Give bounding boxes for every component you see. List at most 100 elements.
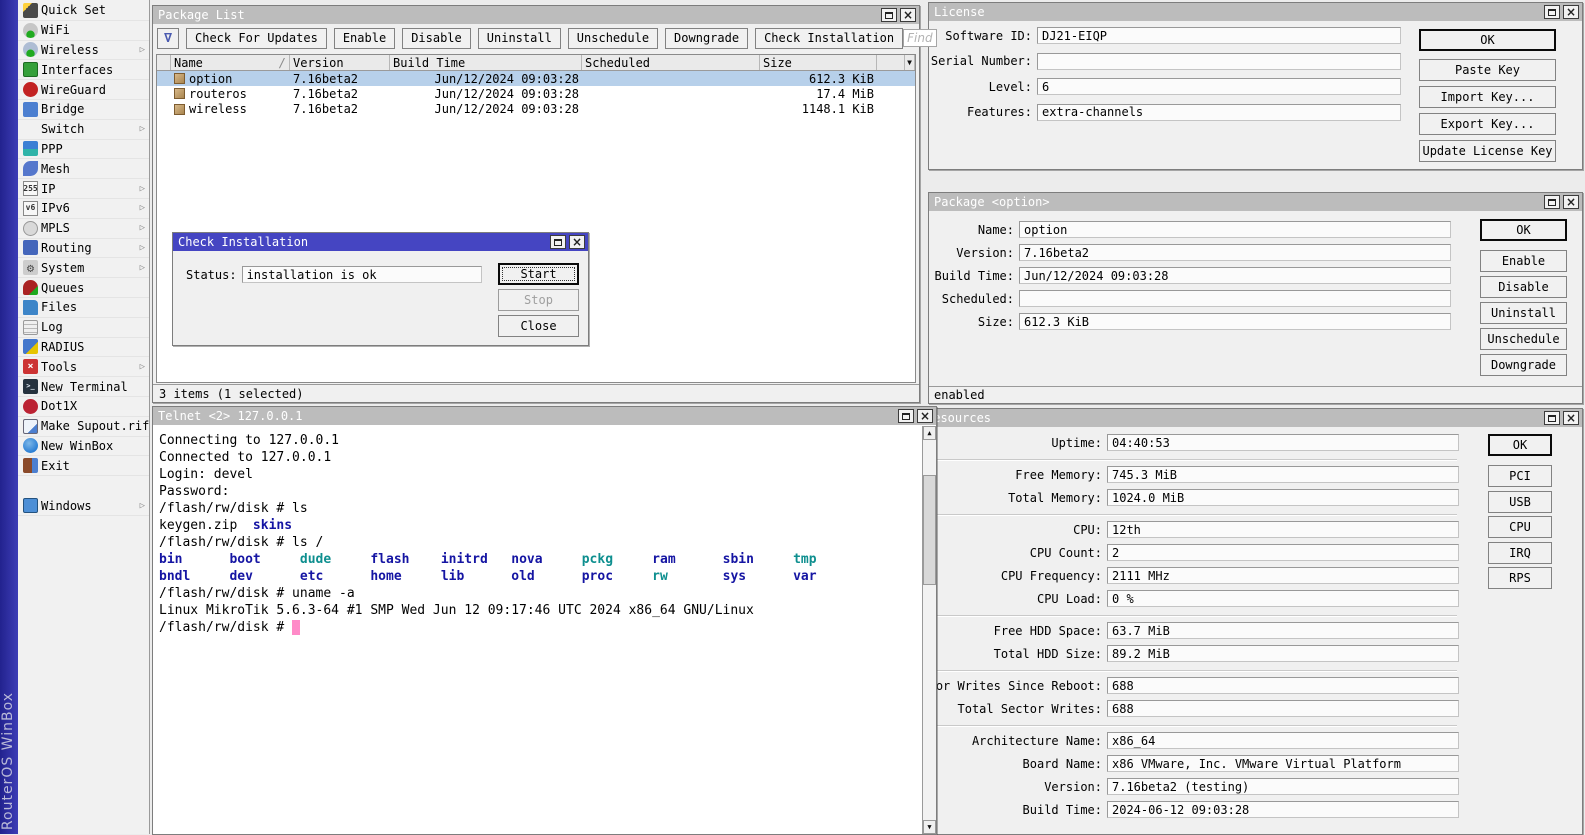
sidebar-item-files[interactable]: Files bbox=[18, 298, 149, 318]
terminal-output[interactable]: Connecting to 127.0.0.1Connected to 127.… bbox=[153, 426, 922, 834]
sidebar-item-new-terminal[interactable]: >_New Terminal bbox=[18, 377, 149, 397]
unschedule-button[interactable]: Unschedule bbox=[568, 28, 658, 49]
column-header-scheduled[interactable]: Scheduled bbox=[582, 55, 760, 70]
terminal-scrollbar[interactable]: ▲ ▼ bbox=[922, 426, 936, 834]
sidebar-item-wifi[interactable]: WiFi bbox=[18, 21, 149, 41]
sidebar-item-ip[interactable]: 255IP▷ bbox=[18, 179, 149, 199]
scrollbar-thumb[interactable] bbox=[923, 475, 936, 585]
uninstall-button[interactable]: Uninstall bbox=[1480, 302, 1567, 324]
sidebar-item-tools[interactable]: ×Tools▷ bbox=[18, 357, 149, 377]
resources-titlebar[interactable]: Resources × bbox=[921, 409, 1582, 427]
field-architecture-name[interactable]: x86_64 bbox=[1107, 732, 1459, 749]
filter-button[interactable]: ∇ bbox=[157, 28, 179, 49]
column-header-icon[interactable] bbox=[157, 55, 171, 70]
close-icon[interactable]: × bbox=[1563, 195, 1579, 209]
sidebar-item-new-winbox[interactable]: New WinBox bbox=[18, 437, 149, 457]
close-icon[interactable]: × bbox=[569, 235, 585, 249]
disable-button[interactable]: Disable bbox=[1480, 276, 1567, 298]
field-build-time[interactable]: 2024-06-12 09:03:28 bbox=[1107, 801, 1459, 818]
close-icon[interactable]: × bbox=[917, 409, 933, 423]
field-scheduled[interactable] bbox=[1019, 290, 1451, 307]
maximize-icon[interactable] bbox=[1544, 411, 1560, 425]
usb-button[interactable]: USB bbox=[1488, 491, 1552, 513]
cpu-button[interactable]: CPU bbox=[1488, 516, 1552, 538]
update-license-key-button[interactable]: Update License Key bbox=[1419, 140, 1556, 162]
close-icon[interactable]: × bbox=[900, 8, 916, 22]
sidebar-item-log[interactable]: Log bbox=[18, 318, 149, 338]
field-cpu-frequency[interactable]: 2111 MHz bbox=[1107, 567, 1459, 584]
package-list-titlebar[interactable]: Package List × bbox=[153, 6, 919, 24]
uninstall-button[interactable]: Uninstall bbox=[478, 28, 561, 49]
downgrade-button[interactable]: Downgrade bbox=[1480, 354, 1567, 376]
stop-button[interactable]: Stop bbox=[498, 289, 579, 311]
field-build-time[interactable]: Jun/12/2024 09:03:28 bbox=[1019, 267, 1451, 284]
export-key-button[interactable]: Export Key... bbox=[1419, 113, 1556, 135]
sidebar-item-interfaces[interactable]: Interfaces bbox=[18, 60, 149, 80]
check-installation-titlebar[interactable]: Check Installation × bbox=[173, 233, 588, 251]
sidebar-item-exit[interactable]: Exit bbox=[18, 456, 149, 476]
field-name[interactable]: option bbox=[1019, 221, 1451, 238]
unschedule-button[interactable]: Unschedule bbox=[1480, 328, 1567, 350]
telnet-titlebar[interactable]: Telnet <2> 127.0.0.1 × bbox=[153, 407, 936, 425]
field-serial-number[interactable] bbox=[1037, 53, 1401, 70]
field-software-id[interactable]: DJ21-EIQP bbox=[1037, 27, 1401, 44]
close-icon[interactable]: × bbox=[1563, 5, 1579, 19]
table-row-option[interactable]: option7.16beta2Jun/12/2024 09:03:28612.3… bbox=[157, 71, 915, 86]
enable-button[interactable]: Enable bbox=[1480, 250, 1567, 272]
import-key-button[interactable]: Import Key... bbox=[1419, 86, 1556, 108]
field-total-sector-writes[interactable]: 688 bbox=[1107, 700, 1459, 717]
sidebar-item-queues[interactable]: Queues bbox=[18, 278, 149, 298]
field-size[interactable]: 612.3 KiB bbox=[1019, 313, 1451, 330]
field-cpu-load[interactable]: 0 % bbox=[1107, 590, 1459, 607]
column-menu-icon[interactable]: ▼ bbox=[905, 55, 915, 70]
check-for-updates-button[interactable]: Check For Updates bbox=[186, 28, 327, 49]
close-icon[interactable]: × bbox=[1563, 411, 1579, 425]
maximize-icon[interactable] bbox=[898, 409, 914, 423]
field-board-name[interactable]: x86 VMware, Inc. VMware Virtual Platform bbox=[1107, 755, 1459, 772]
find-input[interactable]: Find bbox=[903, 29, 936, 47]
field-level[interactable]: 6 bbox=[1037, 78, 1401, 95]
pci-button[interactable]: PCI bbox=[1488, 465, 1552, 487]
field-version[interactable]: 7.16beta2 (testing) bbox=[1107, 778, 1459, 795]
column-header-name[interactable]: Name/ bbox=[171, 55, 290, 70]
sidebar-item-mesh[interactable]: Mesh bbox=[18, 159, 149, 179]
sidebar-item-quick-set[interactable]: Quick Set bbox=[18, 1, 149, 21]
ok-button[interactable]: OK bbox=[1419, 29, 1556, 51]
field-version[interactable]: 7.16beta2 bbox=[1019, 244, 1451, 261]
sidebar-item-make-supout-rif[interactable]: Make Supout.rif bbox=[18, 417, 149, 437]
maximize-icon[interactable] bbox=[1544, 195, 1560, 209]
downgrade-button[interactable]: Downgrade bbox=[665, 28, 748, 49]
sidebar-item-wireless[interactable]: Wireless▷ bbox=[18, 41, 149, 61]
license-titlebar[interactable]: License × bbox=[929, 3, 1582, 21]
close-button[interactable]: Close bbox=[498, 315, 579, 337]
sidebar-item-dot1x[interactable]: Dot1X bbox=[18, 397, 149, 417]
sidebar-item-radius[interactable]: RADIUS bbox=[18, 338, 149, 358]
sidebar-item-ppp[interactable]: PPP bbox=[18, 140, 149, 160]
scroll-down-icon[interactable]: ▼ bbox=[923, 820, 936, 834]
field-cpu-count[interactable]: 2 bbox=[1107, 544, 1459, 561]
column-header-extra[interactable] bbox=[877, 55, 905, 70]
rps-button[interactable]: RPS bbox=[1488, 567, 1552, 589]
field-sector-writes-since-reboot[interactable]: 688 bbox=[1107, 677, 1459, 694]
field-cpu[interactable]: 12th bbox=[1107, 521, 1459, 538]
field-total-hdd-size[interactable]: 89.2 MiB bbox=[1107, 645, 1459, 662]
table-row-routeros[interactable]: routeros7.16beta2Jun/12/2024 09:03:2817.… bbox=[157, 86, 915, 101]
column-header-build-time[interactable]: Build Time bbox=[390, 55, 582, 70]
column-header-version[interactable]: Version bbox=[290, 55, 390, 70]
sidebar-item-bridge[interactable]: Bridge bbox=[18, 100, 149, 120]
sidebar-item-ipv6[interactable]: v6IPv6▷ bbox=[18, 199, 149, 219]
scroll-up-icon[interactable]: ▲ bbox=[923, 426, 936, 440]
check-installation-button[interactable]: Check Installation bbox=[755, 28, 903, 49]
ok-button[interactable]: OK bbox=[1480, 219, 1567, 241]
paste-key-button[interactable]: Paste Key bbox=[1419, 59, 1556, 81]
table-row-wireless[interactable]: wireless7.16beta2Jun/12/2024 09:03:28114… bbox=[157, 102, 915, 117]
sidebar-item-windows[interactable]: Windows▷ bbox=[18, 496, 149, 516]
sidebar-item-wireguard[interactable]: WireGuard bbox=[18, 80, 149, 100]
field-uptime[interactable]: 04:40:53 bbox=[1107, 434, 1459, 451]
start-button[interactable]: Start bbox=[498, 263, 579, 285]
sidebar-item-routing[interactable]: Routing▷ bbox=[18, 239, 149, 259]
enable-button[interactable]: Enable bbox=[334, 28, 395, 49]
ok-button[interactable]: OK bbox=[1488, 434, 1552, 456]
maximize-icon[interactable] bbox=[550, 235, 566, 249]
column-header-size[interactable]: Size bbox=[760, 55, 877, 70]
